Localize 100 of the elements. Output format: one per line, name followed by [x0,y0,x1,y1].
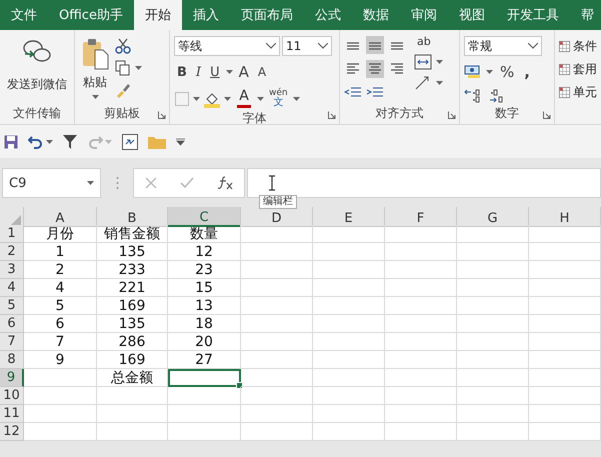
caret-icon[interactable] [257,96,264,100]
row-header[interactable]: 9 [0,369,24,387]
row-header[interactable]: 12 [0,423,24,441]
ribbon-tab[interactable]: Office助手 [48,0,134,30]
align-button[interactable] [366,36,384,54]
table-cell [313,387,385,405]
merge-cells-icon[interactable] [414,54,432,70]
row-header[interactable]: 8 [0,351,24,369]
caret-icon[interactable] [92,95,98,99]
chevron-down-icon[interactable] [318,43,328,49]
font-color-button[interactable]: A [234,88,254,109]
caret-icon[interactable] [436,81,443,85]
name-box[interactable]: C9 [2,168,101,198]
table-cell [529,243,601,261]
percent-button[interactable]: % [497,62,518,82]
ribbon-tab[interactable]: 公式 [304,0,352,30]
table-cell [313,243,385,261]
borders-icon[interactable] [174,90,190,106]
grow-font-button[interactable]: A [236,62,252,82]
table-cell [385,423,457,441]
font-size-dropdown[interactable]: 11 [282,36,332,56]
column-header[interactable]: G [457,207,529,227]
ribbon-tab[interactable]: 页面布局 [230,0,304,30]
dialog-launcher-icon[interactable] [158,111,166,119]
table-cell: 5 [24,297,97,315]
caret-icon[interactable] [226,70,233,74]
font-family-dropdown[interactable]: 等线 [174,36,280,56]
refresh-frame-icon[interactable] [122,134,138,150]
column-header[interactable]: F [385,207,457,227]
align-lines-icon [368,42,382,50]
caret-icon[interactable] [46,140,53,144]
row-header[interactable]: 5 [0,297,24,315]
align-lines-icon [346,62,360,74]
copy-icon[interactable] [115,60,131,76]
table-cell [313,333,385,351]
dialog-launcher-icon[interactable] [448,111,456,119]
align-button[interactable] [366,60,384,78]
dialog-launcher-icon[interactable] [328,111,336,119]
table-cell [529,279,601,297]
insert-function-icon[interactable] [216,176,233,190]
caret-icon[interactable] [87,181,94,185]
increase-decimal-icon[interactable] [464,88,482,104]
column-header[interactable]: A [24,207,97,227]
table-cell: 233 [97,261,168,279]
comma-style-button[interactable]: , [521,62,533,82]
row-header[interactable]: 6 [0,315,24,333]
styles-button[interactable]: 套用 [559,61,597,78]
caret-icon[interactable] [193,96,200,100]
ribbon-tab[interactable]: 视图 [448,0,496,30]
currency-icon[interactable] [464,64,482,80]
column-header[interactable]: C [168,207,241,227]
row-header[interactable]: 2 [0,243,24,261]
wrap-text-button[interactable]: ab [414,34,443,49]
brush-icon[interactable] [115,82,131,98]
ribbon-tab[interactable]: 开发工具 [496,0,570,30]
row-header[interactable]: 10 [0,387,24,405]
undo-icon[interactable] [28,134,44,148]
send-to-wechat-button[interactable]: 发送到微信 [5,34,69,104]
ribbon-tab[interactable]: 数据 [352,0,400,30]
customize-caret-icon[interactable] [176,138,185,146]
save-icon[interactable] [4,134,18,148]
filter-icon[interactable] [63,134,77,148]
ribbon-tab[interactable]: 帮 [570,0,601,30]
caret-icon[interactable] [224,96,231,100]
column-header[interactable]: D [241,207,313,227]
row-header[interactable]: 1 [0,225,24,243]
column-header[interactable]: B [97,207,168,227]
row-header[interactable]: 4 [0,279,24,297]
ribbon-tab[interactable]: 开始 [134,0,182,30]
chevron-down-icon[interactable] [528,43,538,49]
caret-icon[interactable] [135,66,142,70]
table-cell: 20 [168,333,241,351]
styles-button[interactable]: 条件 [559,38,597,55]
ribbon-tab[interactable]: 审阅 [400,0,448,30]
table-cell [241,405,313,423]
underline-button[interactable]: U [207,64,223,80]
drag-handle-icon[interactable] [116,176,118,190]
row-header[interactable]: 3 [0,261,24,279]
column-header[interactable]: E [313,207,385,227]
column-header[interactable]: H [529,207,601,227]
caret-icon[interactable] [486,70,493,74]
row-header[interactable]: 11 [0,405,24,423]
caret-icon[interactable] [292,96,300,100]
bold-button[interactable]: B [174,64,190,80]
caret-icon[interactable] [436,60,443,64]
paste-button[interactable]: 粘贴 [79,34,111,104]
chevron-down-icon[interactable] [266,43,276,49]
italic-button[interactable]: I [192,64,204,80]
check-icon[interactable] [180,177,194,189]
styles-button[interactable]: 单元 [559,84,597,101]
ribbon-tab[interactable]: 文件 [0,0,48,30]
phonetic-guide-button[interactable]: wén 文 [267,89,290,108]
ribbon-tab[interactable]: 插入 [182,0,230,30]
align-lines-icon [390,42,404,50]
row-header[interactable]: 7 [0,333,24,351]
scissors-icon[interactable] [115,38,131,54]
shrink-font-button[interactable]: A [254,64,270,80]
number-format-dropdown[interactable]: 常规 [464,36,542,56]
dialog-launcher-icon[interactable] [543,111,551,119]
fill-handle[interactable] [236,382,243,389]
